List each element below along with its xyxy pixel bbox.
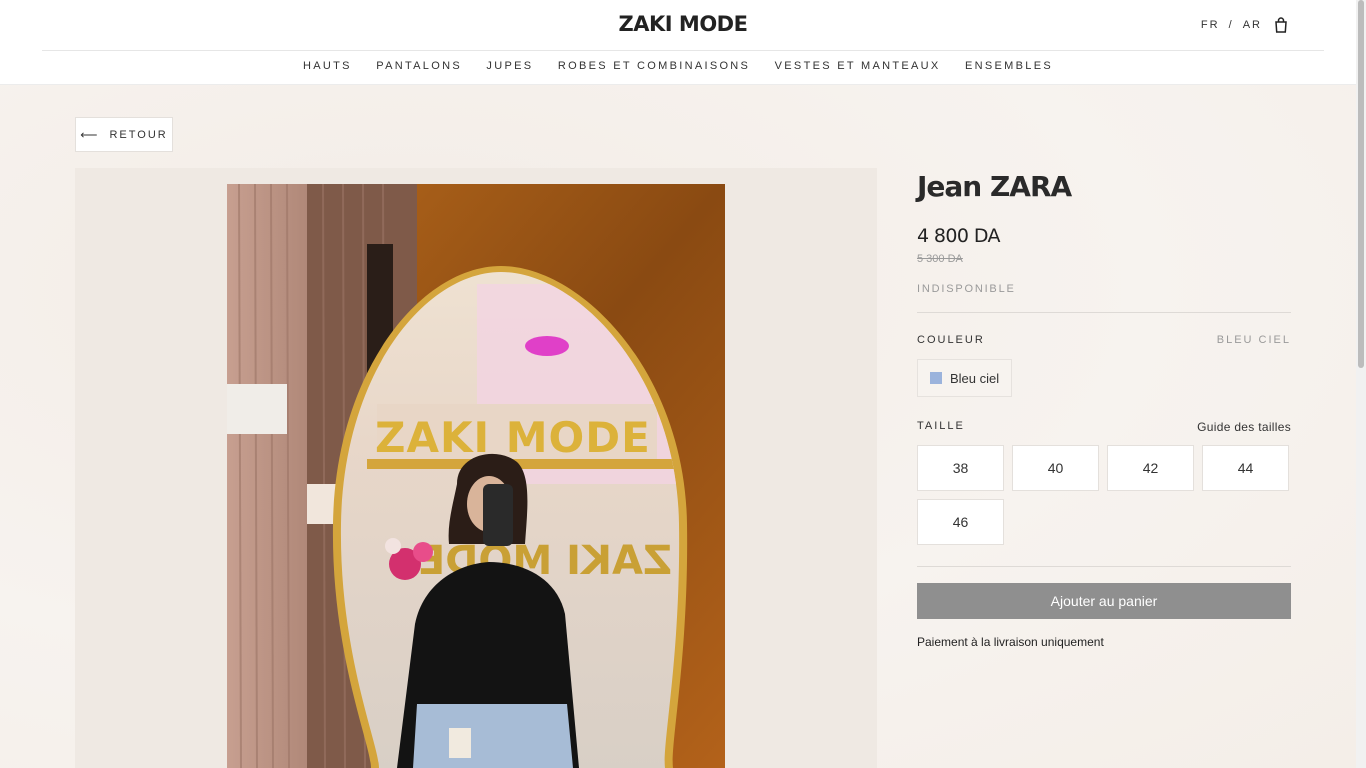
- size-option-42[interactable]: 42: [1107, 445, 1194, 491]
- divider: [917, 566, 1291, 567]
- nav-item-jupes[interactable]: JUPES: [486, 51, 533, 82]
- color-label: COULEUR: [917, 334, 985, 346]
- size-option-44[interactable]: 44: [1202, 445, 1289, 491]
- back-button[interactable]: ⟵ RETOUR: [75, 117, 173, 152]
- size-options: 38 40 42 44 46: [917, 445, 1291, 545]
- product-photo-image: ZAKI MODE ZAKI MODE: [227, 184, 725, 768]
- size-option-38[interactable]: 38: [917, 445, 1004, 491]
- scrollbar-thumb[interactable]: [1358, 0, 1364, 368]
- photo-sign-text: ZAKI MODE: [375, 413, 651, 462]
- size-label: TAILLE: [917, 420, 965, 432]
- availability-status: INDISPONIBLE: [917, 283, 1016, 295]
- color-options: Bleu ciel: [917, 359, 1291, 397]
- lang-ar-link[interactable]: AR: [1243, 19, 1262, 31]
- product-price: 4 800 DA: [917, 225, 1001, 247]
- nav-item-ensembles[interactable]: ENSEMBLES: [965, 51, 1053, 82]
- brand-logo[interactable]: ZAKI MODE: [42, 12, 1324, 36]
- color-option-bleu-ciel[interactable]: Bleu ciel: [917, 359, 1013, 397]
- shopping-bag-icon[interactable]: [1274, 17, 1288, 33]
- divider: [917, 312, 1291, 313]
- nav-item-robes-et-combinaisons[interactable]: ROBES ET COMBINAISONS: [558, 51, 750, 82]
- nav-item-vestes-et-manteaux[interactable]: VESTES ET MANTEAUX: [775, 51, 941, 82]
- product-gallery: ZAKI MODE ZAKI MODE: [75, 168, 877, 768]
- color-option-label: Bleu ciel: [950, 370, 1000, 386]
- payment-note: Paiement à la livraison uniquement: [917, 635, 1104, 649]
- size-option-40[interactable]: 40: [1012, 445, 1099, 491]
- product-old-price: 5 300 DA: [917, 253, 963, 265]
- nav-item-pantalons[interactable]: PANTALONS: [376, 51, 462, 82]
- lang-fr-link[interactable]: FR: [1201, 19, 1220, 31]
- arrow-left-icon: ⟵: [80, 127, 100, 142]
- lang-separator: /: [1228, 19, 1234, 31]
- language-switcher: FR / AR: [1201, 19, 1262, 31]
- size-row: TAILLE Guide des tailles: [917, 420, 1291, 434]
- product-info: Jean ZARA 4 800 DA 5 300 DA INDISPONIBLE…: [917, 168, 1291, 649]
- color-selected-value: BLEU CIEL: [1216, 334, 1291, 346]
- color-swatch: [930, 372, 942, 384]
- site-header: ZAKI MODE FR / AR HAUTS PANTALONS JUPES …: [0, 0, 1356, 85]
- header-top-bar: ZAKI MODE FR / AR: [42, 0, 1324, 51]
- product-title: Jean ZARA: [917, 170, 1072, 203]
- back-button-label: RETOUR: [109, 128, 168, 141]
- size-option-46[interactable]: 46: [917, 499, 1004, 545]
- nav-item-hauts[interactable]: HAUTS: [303, 51, 352, 82]
- scrollbar[interactable]: [1356, 0, 1366, 768]
- add-to-cart-button[interactable]: Ajouter au panier: [917, 583, 1291, 619]
- product-photo[interactable]: ZAKI MODE ZAKI MODE: [227, 184, 725, 768]
- color-row: COULEUR BLEU CIEL: [917, 334, 1291, 346]
- main-nav: HAUTS PANTALONS JUPES ROBES ET COMBINAIS…: [0, 51, 1356, 84]
- size-guide-link[interactable]: Guide des tailles: [1197, 420, 1291, 434]
